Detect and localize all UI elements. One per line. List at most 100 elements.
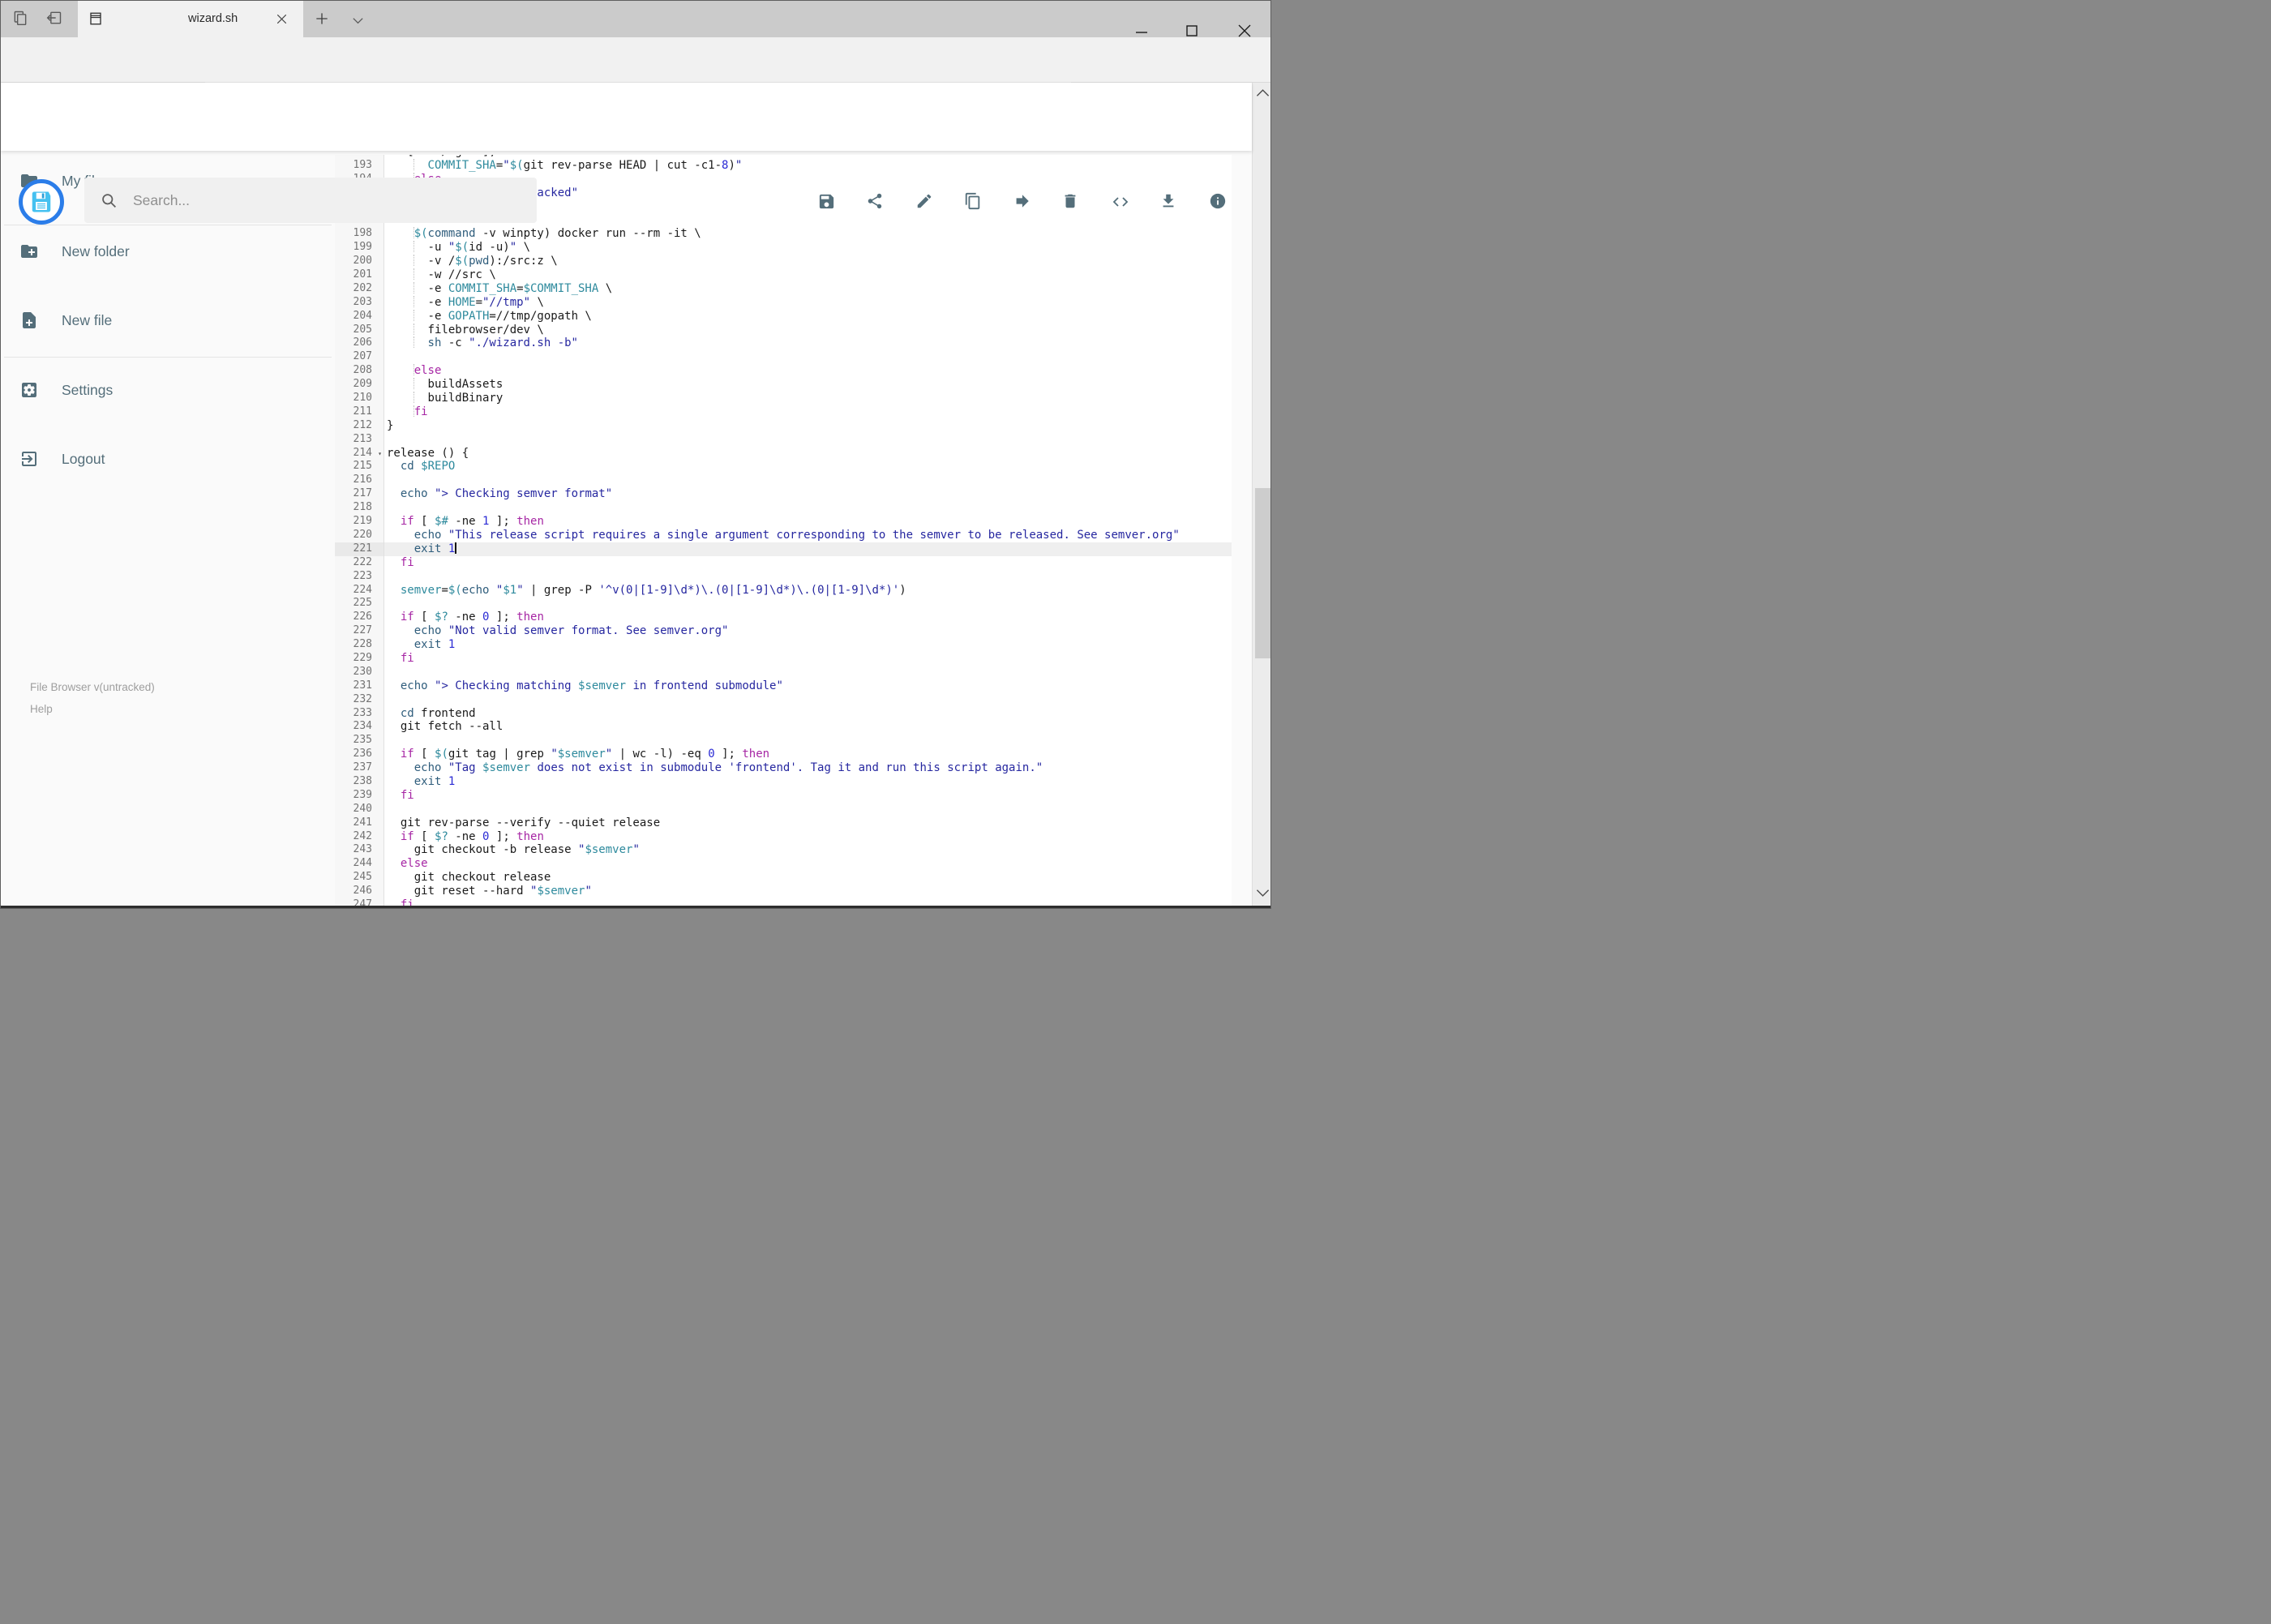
code-line[interactable]: git fetch --all bbox=[384, 720, 1232, 734]
gutter-line-number: 226 bbox=[353, 611, 372, 623]
code-line[interactable]: echo "Not valid semver format. See semve… bbox=[384, 624, 1232, 638]
code-line[interactable]: if [ $? -ne 0 ]; then bbox=[384, 611, 1232, 624]
info-button[interactable] bbox=[1209, 192, 1228, 212]
code-line[interactable] bbox=[384, 350, 1232, 364]
code-line[interactable]: -u "$(id -u)" \ bbox=[384, 241, 1232, 255]
code-line[interactable]: exit 1 bbox=[384, 775, 1232, 789]
move-button[interactable] bbox=[1013, 192, 1032, 212]
code-line[interactable]: else bbox=[384, 857, 1232, 871]
scroll-down-icon[interactable] bbox=[1256, 889, 1270, 898]
code-line[interactable]: fi bbox=[384, 789, 1232, 803]
gutter-line-number: 200 bbox=[353, 255, 372, 268]
copy-button[interactable] bbox=[964, 192, 983, 212]
code-line[interactable]: -e COMMIT_SHA=$COMMIT_SHA \ bbox=[384, 281, 1232, 296]
code-line[interactable]: buildBinary bbox=[384, 392, 1232, 405]
code-line[interactable]: echo "> Checking matching $semver in fro… bbox=[384, 679, 1232, 693]
code-line[interactable]: $(command -v winpty) docker run --rm -it… bbox=[384, 227, 1232, 241]
code-line[interactable]: -v /$(pwd):/src:z \ bbox=[384, 255, 1232, 268]
gutter-line-number: 215 bbox=[353, 460, 372, 473]
code-line[interactable]: release () { bbox=[384, 447, 1232, 461]
code-line[interactable] bbox=[384, 803, 1232, 816]
edit-button[interactable] bbox=[915, 192, 935, 212]
code-line[interactable]: -e HOME="//tmp" \ bbox=[384, 295, 1232, 310]
help-link[interactable]: Help bbox=[30, 698, 155, 720]
code-line[interactable]: if [ $# -ne 1 ]; then bbox=[384, 515, 1232, 529]
close-tab-icon[interactable] bbox=[275, 12, 289, 26]
gutter-line-number: 231 bbox=[353, 679, 372, 692]
scrollbar-thumb[interactable] bbox=[1255, 488, 1270, 658]
gutter-line-number: 234 bbox=[353, 720, 372, 733]
code-line[interactable] bbox=[384, 501, 1232, 515]
code-line[interactable]: buildAssets bbox=[384, 378, 1232, 392]
gutter-line-number: 201 bbox=[353, 268, 372, 281]
filebrowser-logo[interactable] bbox=[19, 179, 64, 225]
code-line[interactable]: echo "> Checking semver format" bbox=[384, 487, 1232, 501]
gutter-line-number: 204 bbox=[353, 309, 372, 322]
code-line[interactable] bbox=[384, 666, 1232, 679]
gutter-line-number: 243 bbox=[353, 843, 372, 856]
code-line[interactable]: git checkout -b release "$semver" bbox=[384, 843, 1232, 857]
sidebar-item-new-file[interactable]: New file bbox=[1, 306, 335, 355]
search-icon bbox=[101, 192, 118, 209]
scroll-up-icon[interactable] bbox=[1256, 88, 1270, 97]
code-line[interactable]: -e GOPATH=//tmp/gopath \ bbox=[384, 309, 1232, 324]
gutter-line-number: 217 bbox=[353, 487, 372, 500]
code-line[interactable]: if [ $? -ne 0 ]; then bbox=[384, 830, 1232, 844]
gear-icon bbox=[19, 380, 39, 400]
code-line[interactable]: fi bbox=[384, 405, 1232, 419]
new-tab-icon[interactable] bbox=[314, 11, 330, 27]
sidebar-item-logout[interactable]: Logout bbox=[1, 445, 335, 494]
sidebar: My files New folder New file Settings Lo… bbox=[1, 151, 335, 906]
tab-preview-icon[interactable] bbox=[12, 10, 28, 26]
code-line[interactable]: exit 1 bbox=[384, 638, 1232, 652]
code-line[interactable]: cd $REPO bbox=[384, 460, 1232, 473]
code-line[interactable]: } bbox=[384, 419, 1232, 433]
code-line[interactable]: git rev-parse --verify --quiet release bbox=[384, 816, 1232, 830]
code-line[interactable]: else bbox=[384, 364, 1232, 378]
code-line[interactable]: echo "Tag $semver does not exist in subm… bbox=[384, 761, 1232, 775]
code-line[interactable]: -w //src \ bbox=[384, 268, 1232, 282]
share-button[interactable] bbox=[866, 192, 885, 212]
gutter-line-number: 199 bbox=[353, 241, 372, 254]
sidebar-item-settings[interactable]: Settings bbox=[1, 376, 335, 425]
code-line[interactable]: git checkout release bbox=[384, 871, 1232, 885]
code-line[interactable]: echo "This release script requires a sin… bbox=[384, 529, 1232, 542]
code-line[interactable] bbox=[384, 597, 1232, 611]
code-line[interactable]: cd frontend bbox=[384, 707, 1232, 721]
tab-list-chevron-icon[interactable] bbox=[351, 14, 365, 28]
code-line[interactable] bbox=[384, 473, 1232, 487]
code-line[interactable]: filebrowser/dev \ bbox=[384, 323, 1232, 337]
gutter-line-number: 230 bbox=[353, 665, 372, 678]
code-line[interactable]: sh -c "./wizard.sh -b" bbox=[384, 336, 1232, 350]
code-line[interactable] bbox=[384, 734, 1232, 748]
code-line[interactable]: exit 1 bbox=[384, 542, 1232, 556]
gutter-line-number: 229 bbox=[353, 651, 372, 664]
code-line[interactable] bbox=[384, 433, 1232, 447]
editor-code-area[interactable]: if [ -d /.git ]; then COMMIT_SHA="$(git … bbox=[384, 155, 1232, 906]
code-button[interactable] bbox=[1111, 192, 1130, 212]
gutter-line-number: 202 bbox=[353, 281, 372, 294]
page-scrollbar[interactable] bbox=[1252, 83, 1270, 906]
code-line[interactable] bbox=[384, 693, 1232, 707]
code-line[interactable] bbox=[384, 570, 1232, 584]
file-plus-icon bbox=[19, 311, 39, 330]
code-line[interactable]: fi bbox=[384, 556, 1232, 570]
download-button[interactable] bbox=[1159, 192, 1179, 212]
sidebar-item-new-folder[interactable]: New folder bbox=[1, 238, 335, 286]
gutter-line-number: 245 bbox=[353, 871, 372, 884]
gutter-line-number: 227 bbox=[353, 624, 372, 637]
gutter-line-number: 239 bbox=[353, 788, 372, 801]
search-input[interactable]: Search... bbox=[84, 178, 537, 223]
code-line[interactable]: git reset --hard "$semver" bbox=[384, 885, 1232, 898]
code-line[interactable]: fi bbox=[384, 652, 1232, 666]
delete-button[interactable] bbox=[1061, 192, 1081, 212]
code-line[interactable]: semver=$(echo "$1" | grep -P '^v(0|[1-9]… bbox=[384, 584, 1232, 598]
fold-marker-icon[interactable]: ▾ bbox=[378, 448, 382, 461]
set-tabs-aside-icon[interactable] bbox=[46, 10, 62, 26]
browser-tab[interactable]: wizard.sh bbox=[78, 1, 303, 37]
code-editor[interactable]: 1921931941951961971981992002012022032042… bbox=[335, 155, 1232, 906]
code-line[interactable]: if [ $(git tag | grep "$semver" | wc -l)… bbox=[384, 748, 1232, 761]
code-line[interactable]: COMMIT_SHA="$(git rev-parse HEAD | cut -… bbox=[384, 158, 1232, 173]
gutter-line-number: 235 bbox=[353, 734, 372, 747]
save-button[interactable] bbox=[817, 192, 837, 212]
